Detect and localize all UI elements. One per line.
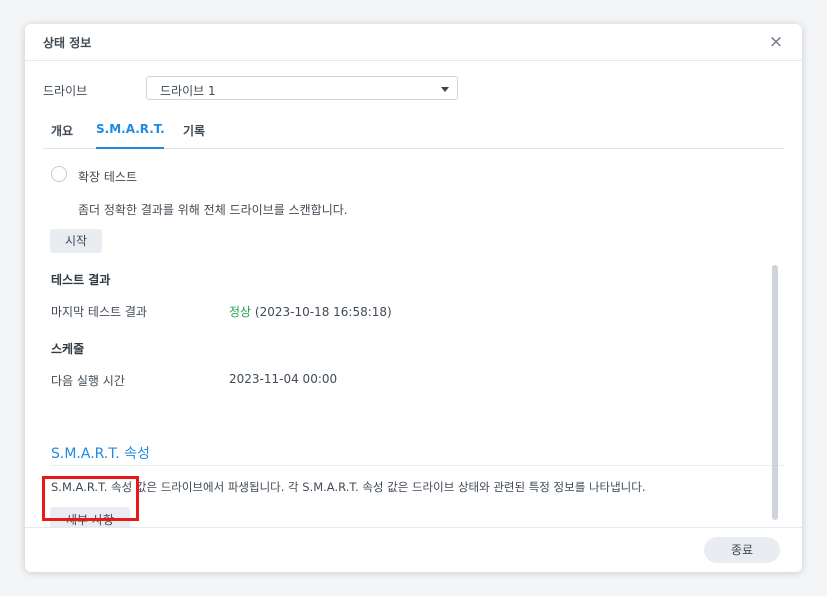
- extended-test-label: 확장 테스트: [78, 170, 138, 184]
- drive-select-value: 드라이브 1: [160, 84, 216, 98]
- status-info-dialog: 상태 정보 × 드라이브 드라이브 1 개요 S.M.A.R.T. 기록 확장 …: [25, 24, 802, 572]
- last-test-timestamp: (2023-10-18 16:58:18): [254, 305, 392, 319]
- schedule-heading: 스케줄: [51, 342, 85, 356]
- smart-attributes-heading: S.M.A.R.T. 속성: [51, 446, 150, 462]
- status-badge: 정상: [229, 305, 252, 319]
- close-icon[interactable]: ×: [764, 30, 788, 54]
- content-scrollbar[interactable]: [772, 265, 778, 520]
- chevron-down-icon: [441, 87, 449, 92]
- extended-test-description: 좀더 정확한 결과를 위해 전체 드라이브를 스캔합니다.: [78, 203, 348, 217]
- drive-label: 드라이브: [43, 84, 88, 98]
- details-button-highlight: [42, 476, 139, 521]
- dialog-titlebar: 상태 정보 ×: [25, 24, 802, 61]
- next-run-label: 다음 실행 시간: [51, 374, 125, 388]
- last-test-result-label: 마지막 테스트 결과: [51, 305, 147, 319]
- next-run-value: 2023-11-04 00:00: [229, 372, 338, 386]
- start-test-button[interactable]: 시작: [50, 229, 102, 253]
- tab-history[interactable]: 기록: [183, 122, 205, 139]
- last-test-result-value: 정상 (2023-10-18 16:58:18): [229, 303, 392, 320]
- dialog-footer: 종료: [25, 527, 802, 572]
- test-result-heading: 테스트 결과: [51, 273, 111, 287]
- extended-test-radio[interactable]: [51, 166, 67, 182]
- smart-attributes-description: S.M.A.R.T. 속성 값은 드라이브에서 파생됩니다. 각 S.M.A.R…: [51, 480, 646, 494]
- tab-smart[interactable]: S.M.A.R.T.: [96, 122, 165, 136]
- tab-bar: 개요 S.M.A.R.T. 기록: [43, 120, 784, 149]
- drive-select[interactable]: 드라이브 1: [146, 76, 458, 100]
- dialog-title: 상태 정보: [43, 36, 92, 50]
- smart-tab-content: 확장 테스트 좀더 정확한 결과를 위해 전체 드라이브를 스캔합니다. 시작 …: [25, 149, 802, 527]
- close-button[interactable]: 종료: [704, 537, 780, 563]
- section-divider: [51, 465, 784, 466]
- tab-overview[interactable]: 개요: [51, 122, 73, 139]
